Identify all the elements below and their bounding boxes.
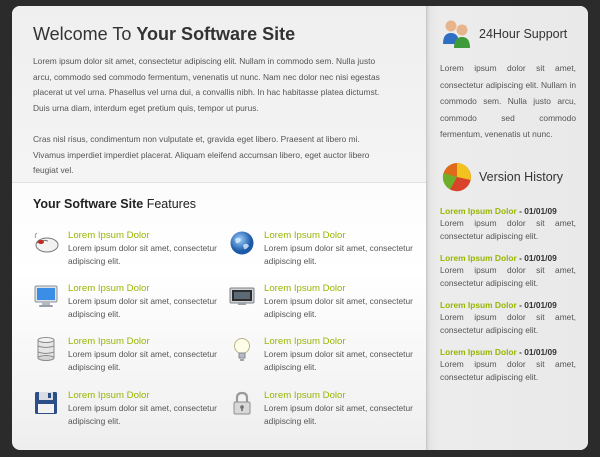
feature-title[interactable]: Lorem Ipsum Dolor <box>68 283 150 294</box>
version-text: Lorem ipsum dolor sit amet, consectetur … <box>440 359 576 382</box>
intro-paragraph-2: Cras nisl risus, condimentum non vulputa… <box>33 134 370 175</box>
database-icon <box>37 337 55 361</box>
pie-chart-icon <box>442 163 471 192</box>
page-title: Welcome To Your Software Site <box>33 24 295 45</box>
feature-title[interactable]: Lorem Ipsum Dolor <box>264 390 346 401</box>
version-item: Lorem Ipsum Dolor - 01/01/09 Lorem ipsum… <box>440 299 576 337</box>
floppy-disk-icon <box>35 392 57 414</box>
version-history-title: Version History <box>479 170 564 184</box>
version-date: - 01/01/09 <box>516 347 557 357</box>
feature-text: Lorem ipsum dolor sit amet, consectetur … <box>264 296 413 319</box>
intro-paragraph-1: Lorem ipsum dolor sit amet, consectetur … <box>33 56 380 113</box>
version-item: Lorem Ipsum Dolor - 01/01/09 Lorem ipsum… <box>440 252 576 290</box>
support-title: 24Hour Support <box>479 27 568 41</box>
version-text: Lorem ipsum dolor sit amet, consectetur … <box>440 218 576 241</box>
feature-text: Lorem ipsum dolor sit amet, consectetur … <box>264 349 413 372</box>
version-date: - 01/01/09 <box>516 206 557 216</box>
version-item: Lorem Ipsum Dolor - 01/01/09 Lorem ipsum… <box>440 346 576 384</box>
version-name[interactable]: Lorem Ipsum Dolor <box>440 347 517 357</box>
features-heading-strong: Your Software Site <box>33 197 144 211</box>
feature-text: Lorem ipsum dolor sit amet, consectetur … <box>68 349 217 372</box>
version-name[interactable]: Lorem Ipsum Dolor <box>440 206 517 216</box>
version-date: - 01/01/09 <box>516 300 557 310</box>
feature-item: Lorem Ipsum Dolor Lorem ipsum dolor sit … <box>33 390 217 432</box>
version-item: Lorem Ipsum Dolor - 01/01/09 Lorem ipsum… <box>440 205 576 243</box>
feature-title[interactable]: Lorem Ipsum Dolor <box>264 283 346 294</box>
main-column: Welcome To Your Software Site Lorem ipsu… <box>12 6 426 450</box>
feature-item: Lorem Ipsum Dolor Lorem ipsum dolor sit … <box>229 230 413 272</box>
version-name[interactable]: Lorem Ipsum Dolor <box>440 253 517 263</box>
padlock-icon <box>233 391 251 415</box>
content-panel: Welcome To Your Software Site Lorem ipsu… <box>12 6 588 450</box>
monitor-icon <box>34 285 58 307</box>
feature-title[interactable]: Lorem Ipsum Dolor <box>68 230 150 241</box>
feature-title[interactable]: Lorem Ipsum Dolor <box>68 336 150 347</box>
feature-title[interactable]: Lorem Ipsum Dolor <box>68 390 150 401</box>
users-icon <box>443 20 470 48</box>
globe-icon <box>230 231 254 255</box>
version-text: Lorem ipsum dolor sit amet, consectetur … <box>440 312 576 335</box>
feature-text: Lorem ipsum dolor sit amet, consectetur … <box>68 243 217 266</box>
feature-item: Lorem Ipsum Dolor Lorem ipsum dolor sit … <box>229 336 413 378</box>
feature-text: Lorem ipsum dolor sit amet, consectetur … <box>68 403 217 426</box>
feature-item: Lorem Ipsum Dolor Lorem ipsum dolor sit … <box>229 283 413 325</box>
mouse-icon <box>34 232 59 253</box>
feature-title[interactable]: Lorem Ipsum Dolor <box>264 230 346 241</box>
intro-text: Lorem ipsum dolor sit amet, consectetur … <box>33 54 380 195</box>
version-date: - 01/01/09 <box>516 253 557 263</box>
feature-item: Lorem Ipsum Dolor Lorem ipsum dolor sit … <box>33 336 217 378</box>
title-prefix: Welcome To <box>33 24 137 44</box>
feature-text: Lorem ipsum dolor sit amet, consectetur … <box>264 403 413 426</box>
display-icon <box>229 287 255 305</box>
version-name[interactable]: Lorem Ipsum Dolor <box>440 300 517 310</box>
feature-text: Lorem ipsum dolor sit amet, consectetur … <box>68 296 217 319</box>
support-text: Lorem ipsum dolor sit amet, consectetur … <box>440 63 576 139</box>
features-heading: Your Software Site Features <box>33 197 196 211</box>
sidebar: 24Hour Support Lorem ipsum dolor sit ame… <box>426 6 588 450</box>
title-strong: Your Software Site <box>136 24 296 44</box>
feature-title[interactable]: Lorem Ipsum Dolor <box>264 336 346 347</box>
feature-text: Lorem ipsum dolor sit amet, consectetur … <box>264 243 413 266</box>
version-text: Lorem ipsum dolor sit amet, consectetur … <box>440 265 576 288</box>
feature-item: Lorem Ipsum Dolor Lorem ipsum dolor sit … <box>33 230 217 272</box>
features-heading-rest: Features <box>143 197 197 211</box>
welcome-section: Welcome To Your Software Site Lorem ipsu… <box>12 6 426 183</box>
feature-item: Lorem Ipsum Dolor Lorem ipsum dolor sit … <box>33 283 217 325</box>
feature-item: Lorem Ipsum Dolor Lorem ipsum dolor sit … <box>229 390 413 432</box>
lightbulb-icon <box>234 338 250 361</box>
